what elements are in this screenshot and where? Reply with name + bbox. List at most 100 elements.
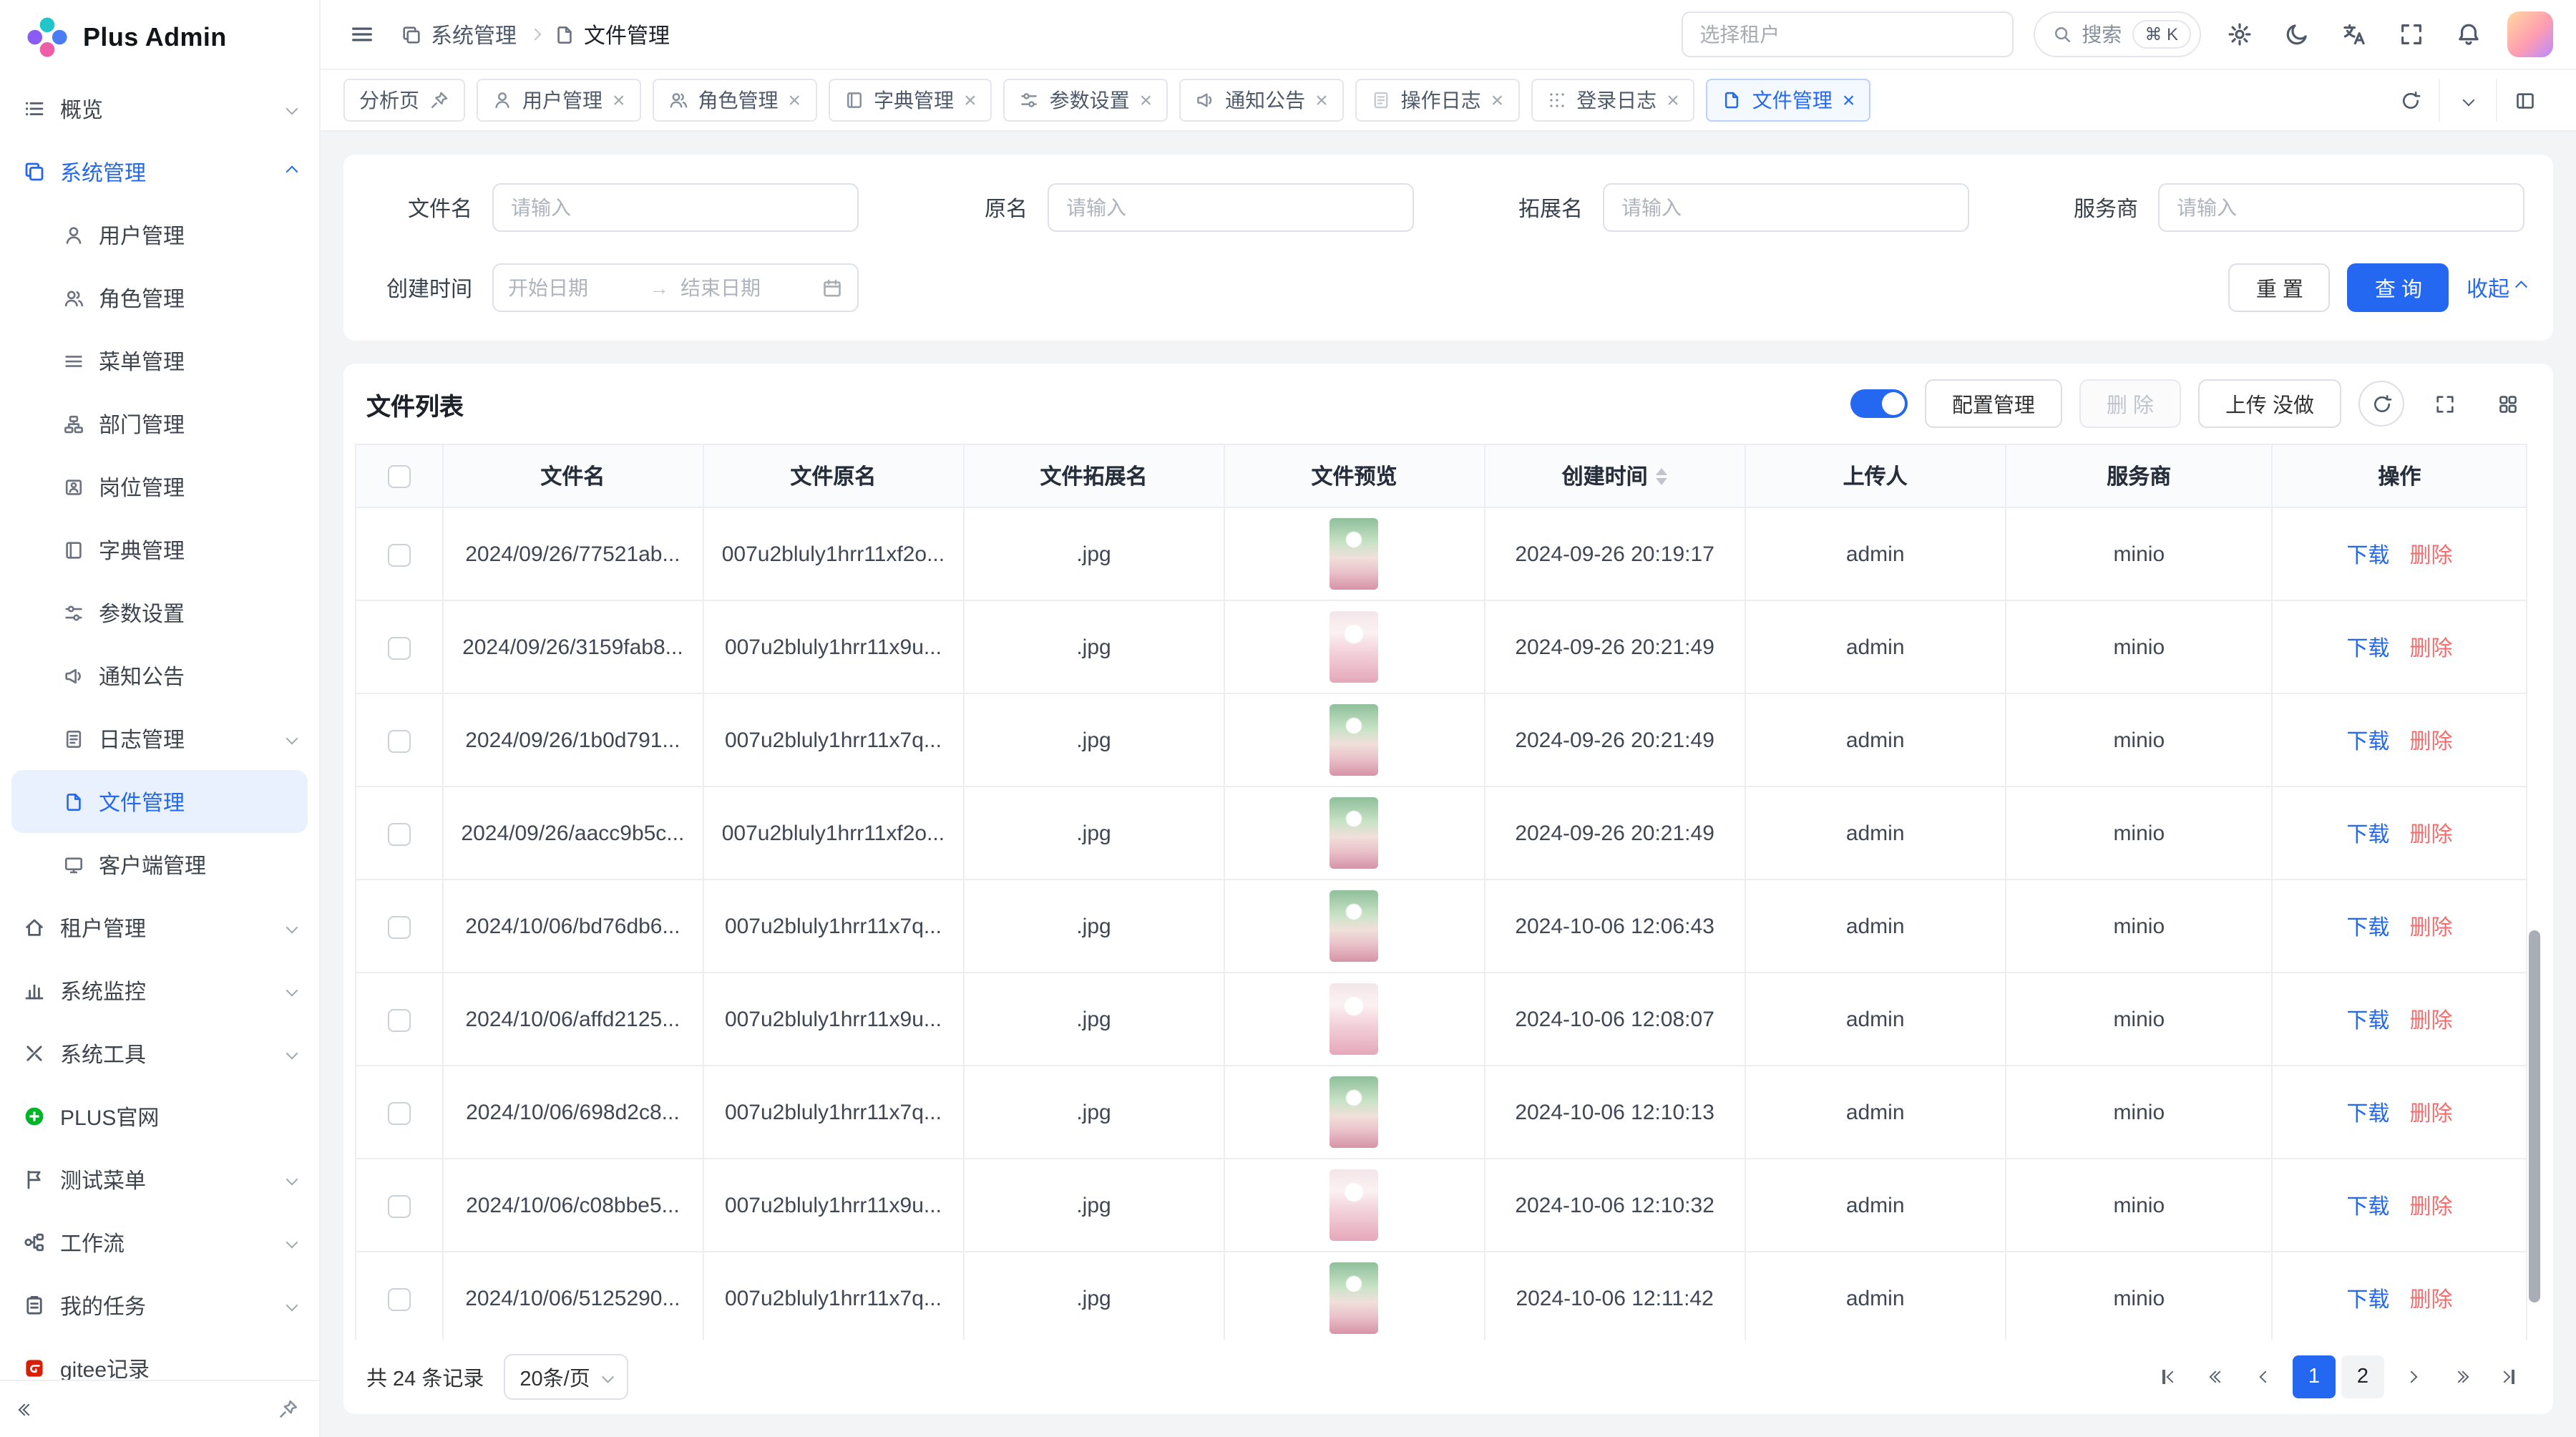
tab-analysis[interactable]: 分析页 xyxy=(343,79,465,122)
tab-param[interactable]: 参数设置 × xyxy=(1004,79,1169,122)
sidebar-item-workflow[interactable]: 工作流 xyxy=(0,1211,319,1274)
delete-link[interactable]: 删除 xyxy=(2409,543,2452,568)
notifications-button[interactable] xyxy=(2450,16,2487,53)
refresh-list-button[interactable] xyxy=(2358,381,2404,427)
delete-link[interactable]: 删除 xyxy=(2409,1101,2452,1126)
sidebar-item-log[interactable]: 日志管理 xyxy=(0,707,319,770)
pagination-page-1[interactable]: 1 xyxy=(2293,1355,2336,1398)
avatar[interactable] xyxy=(2507,11,2553,57)
close-icon[interactable]: × xyxy=(1315,89,1328,111)
download-link[interactable]: 下载 xyxy=(2346,543,2389,568)
breadcrumb-system[interactable]: 系统管理 xyxy=(401,19,517,49)
scrollbar-thumb[interactable] xyxy=(2529,930,2540,1302)
row-checkbox[interactable] xyxy=(388,915,411,938)
close-icon[interactable]: × xyxy=(1140,89,1153,111)
file-preview-image[interactable] xyxy=(1330,1262,1379,1334)
toggle-switch[interactable] xyxy=(1850,389,1908,418)
row-checkbox[interactable] xyxy=(388,636,411,659)
sidebar-item-role[interactable]: 角色管理 xyxy=(0,266,319,329)
vertical-scrollbar[interactable] xyxy=(2527,444,2542,1340)
file-preview-image[interactable] xyxy=(1330,890,1379,962)
delete-link[interactable]: 删除 xyxy=(2409,915,2452,940)
sidebar-item-tenant[interactable]: 租户管理 xyxy=(0,896,319,959)
delete-link[interactable]: 删除 xyxy=(2409,822,2452,847)
query-button[interactable]: 查 询 xyxy=(2348,263,2449,312)
file-preview-image[interactable] xyxy=(1330,518,1379,590)
file-preview-image[interactable] xyxy=(1330,611,1379,683)
sidebar-item-system[interactable]: 系统管理 xyxy=(0,140,319,203)
sidebar-item-dept[interactable]: 部门管理 xyxy=(0,392,319,455)
sidebar-item-notice[interactable]: 通知公告 xyxy=(0,644,319,707)
menu-toggle-button[interactable] xyxy=(343,16,381,53)
upload-button[interactable]: 上传 没做 xyxy=(2198,379,2341,428)
download-link[interactable]: 下载 xyxy=(2346,1008,2389,1033)
pin-icon[interactable] xyxy=(278,1398,299,1420)
download-link[interactable]: 下载 xyxy=(2346,822,2389,847)
pagination-next-button[interactable] xyxy=(2390,1355,2433,1398)
sidebar-item-param[interactable]: 参数设置 xyxy=(0,581,319,644)
download-link[interactable]: 下载 xyxy=(2346,636,2389,661)
sidebar-item-client[interactable]: 客户端管理 xyxy=(0,833,319,896)
batch-delete-button[interactable]: 删 除 xyxy=(2079,379,2181,428)
tab-file[interactable]: 文件管理 × xyxy=(1707,79,1871,122)
global-search[interactable]: 搜索 ⌘ K xyxy=(2033,11,2201,57)
close-icon[interactable]: × xyxy=(964,89,977,111)
tab-op-log[interactable]: 操作日志 × xyxy=(1355,79,1520,122)
layout-button[interactable] xyxy=(2496,79,2553,122)
collapse-filter-link[interactable]: 收起 xyxy=(2467,273,2524,303)
delete-link[interactable]: 删除 xyxy=(2409,636,2452,661)
sidebar-item-dict[interactable]: 字典管理 xyxy=(0,518,319,581)
row-checkbox[interactable] xyxy=(388,1101,411,1124)
row-checkbox[interactable] xyxy=(388,543,411,566)
pagination-next-jump-button[interactable] xyxy=(2439,1355,2482,1398)
download-link[interactable]: 下载 xyxy=(2346,915,2389,940)
row-checkbox[interactable] xyxy=(388,1287,411,1310)
reset-button[interactable]: 重 置 xyxy=(2229,263,2331,312)
sidebar-item-my-tasks[interactable]: 我的任务 xyxy=(0,1274,319,1337)
sidebar-item-post[interactable]: 岗位管理 xyxy=(0,455,319,518)
sidebar-item-menu[interactable]: 菜单管理 xyxy=(0,329,319,392)
breadcrumb-file[interactable]: 文件管理 xyxy=(554,19,670,49)
tab-login-log[interactable]: 登录日志 × xyxy=(1531,79,1695,122)
page-size-select[interactable]: 20条/页 xyxy=(504,1354,628,1400)
file-preview-image[interactable] xyxy=(1330,1169,1379,1241)
sidebar-item-gitee[interactable]: gitee记录 xyxy=(0,1337,319,1380)
row-checkbox[interactable] xyxy=(388,729,411,752)
provider-input[interactable] xyxy=(2158,183,2524,232)
tabs-menu-button[interactable] xyxy=(2439,79,2496,122)
fullscreen-button[interactable] xyxy=(2393,16,2430,53)
pagination-last-button[interactable] xyxy=(2487,1355,2530,1398)
extension-input[interactable] xyxy=(1603,183,1969,232)
file-preview-image[interactable] xyxy=(1330,983,1379,1055)
sidebar-collapse-button[interactable] xyxy=(20,1405,33,1413)
sidebar-item-tools[interactable]: 系统工具 xyxy=(0,1022,319,1085)
config-manage-button[interactable]: 配置管理 xyxy=(1925,379,2062,428)
sidebar-item-overview[interactable]: 概览 xyxy=(0,77,319,140)
sidebar-item-plus-site[interactable]: PLUS官网 xyxy=(0,1085,319,1148)
row-checkbox[interactable] xyxy=(388,1008,411,1031)
language-button[interactable] xyxy=(2336,16,2373,53)
close-icon[interactable]: × xyxy=(613,89,625,111)
close-icon[interactable]: × xyxy=(789,89,801,111)
app-logo[interactable]: Plus Admin xyxy=(0,0,319,74)
close-icon[interactable]: × xyxy=(1843,89,1855,111)
pagination-page-2[interactable]: 2 xyxy=(2341,1355,2384,1398)
download-link[interactable]: 下载 xyxy=(2346,1101,2389,1126)
delete-link[interactable]: 删除 xyxy=(2409,729,2452,754)
sort-icon[interactable] xyxy=(1657,467,1668,484)
sidebar-item-file[interactable]: 文件管理 xyxy=(11,770,308,833)
delete-link[interactable]: 删除 xyxy=(2409,1194,2452,1219)
file-preview-image[interactable] xyxy=(1330,797,1379,869)
pagination-first-button[interactable] xyxy=(2147,1355,2190,1398)
file-preview-image[interactable] xyxy=(1330,1076,1379,1148)
sidebar-item-test-menu[interactable]: 测试菜单 xyxy=(0,1148,319,1211)
original-name-input[interactable] xyxy=(1048,183,1414,232)
select-all-checkbox[interactable] xyxy=(388,465,411,488)
file-name-input[interactable] xyxy=(492,183,859,232)
sidebar-item-monitor[interactable]: 系统监控 xyxy=(0,959,319,1022)
row-checkbox[interactable] xyxy=(388,1194,411,1217)
close-icon[interactable]: × xyxy=(1491,89,1504,111)
file-preview-image[interactable] xyxy=(1330,704,1379,776)
row-checkbox[interactable] xyxy=(388,822,411,845)
download-link[interactable]: 下载 xyxy=(2346,729,2389,754)
